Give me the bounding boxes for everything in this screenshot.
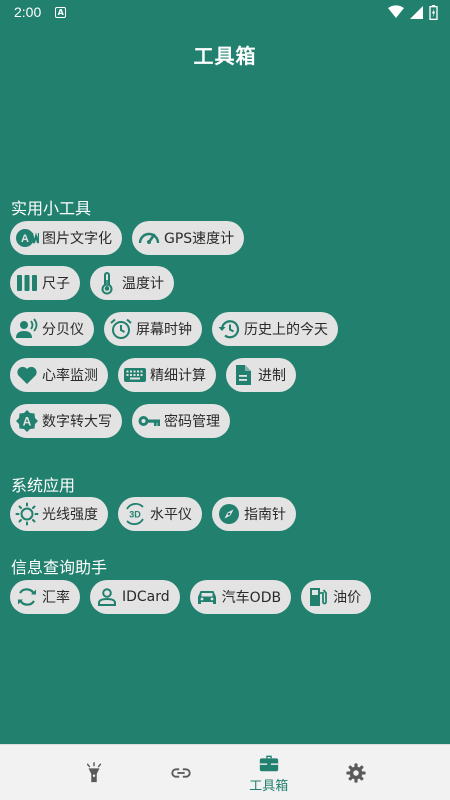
toolbox-icon: [259, 755, 278, 771]
tool-chip-label: 油价: [333, 590, 362, 606]
tool-row: 分贝仪 屏幕时钟 历史上的今天: [10, 312, 338, 346]
nav-item-link[interactable]: [146, 746, 216, 800]
tool-chip-label: 温度计: [122, 276, 164, 292]
tool-row: 光线强度 3D 水平仪 指南针: [10, 497, 296, 531]
battery-icon: [429, 4, 438, 20]
badge-a-icon: A: [14, 408, 40, 434]
status-icons: [388, 4, 438, 20]
notification-a-icon: A: [55, 6, 67, 18]
page-title: 工具箱: [193, 44, 257, 68]
tool-row: A 图片文字化 GPS速度计: [10, 221, 245, 255]
alarm-clock-icon: [108, 316, 134, 342]
tool-chip-label: 历史上的今天: [244, 322, 328, 338]
tool-row: 尺子 温度计: [10, 266, 174, 300]
document-icon: [230, 362, 256, 388]
voice-icon: [14, 316, 40, 342]
bottom-navigation: 工具箱: [0, 744, 450, 800]
tool-chip-label: 心率监测: [42, 368, 98, 384]
section-title-utilities: 实用小工具: [11, 199, 92, 218]
tool-chip-label: 汇率: [42, 590, 70, 606]
tool-chip-light-intensity[interactable]: 光线强度: [10, 497, 108, 531]
tool-chip-history-today[interactable]: 历史上的今天: [212, 312, 338, 346]
tool-chip-base-conversion[interactable]: 进制: [226, 358, 296, 392]
section-title-system-apps: 系统应用: [11, 476, 76, 495]
tool-chip-label: 密码管理: [164, 414, 220, 430]
tool-chip-label: 精细计算: [150, 368, 206, 384]
tool-chip-password-manager[interactable]: 密码管理: [132, 404, 230, 438]
heart-icon: [14, 362, 40, 388]
speedometer-icon: [136, 225, 162, 251]
flashlight-icon: [86, 761, 101, 782]
tool-chip-spirit-level[interactable]: 3D 水平仪: [118, 497, 202, 531]
key-icon: [136, 408, 162, 434]
tool-chip-label: 指南针: [244, 507, 286, 523]
car-icon: [194, 584, 220, 610]
history-icon: [216, 316, 242, 342]
svg-text:A: A: [21, 233, 29, 245]
tool-chip-label: GPS速度计: [164, 231, 235, 247]
tool-chip-image-to-text[interactable]: A 图片文字化: [10, 221, 122, 255]
status-bar: 2:00 A: [0, 0, 450, 24]
tool-chip-label: 数字转大写: [42, 414, 112, 430]
tool-chip-label: 进制: [258, 368, 286, 384]
tool-chip-thermometer[interactable]: 温度计: [90, 266, 174, 300]
brightness-icon: [14, 501, 40, 527]
tool-chip-idcard[interactable]: IDCard: [90, 580, 180, 614]
tool-chip-precise-calc[interactable]: 精细计算: [118, 358, 216, 392]
tool-chip-decibel-meter[interactable]: 分贝仪: [10, 312, 94, 346]
tool-chip-exchange-rate[interactable]: 汇率: [10, 580, 80, 614]
status-time: 2:00: [14, 4, 42, 20]
tool-chip-ruler[interactable]: 尺子: [10, 266, 80, 300]
tool-chip-screen-clock[interactable]: 屏幕时钟: [104, 312, 202, 346]
link-icon: [171, 767, 191, 778]
wifi-icon: [388, 5, 404, 18]
tool-chip-car-obd[interactable]: 汽车ODB: [189, 580, 292, 614]
section-title-info-query: 信息查询助手: [11, 558, 108, 577]
nav-item-toolbox[interactable]: 工具箱: [234, 746, 304, 800]
tool-chip-label: 分贝仪: [42, 322, 84, 338]
tool-chip-number-to-uppercase[interactable]: A 数字转大写: [10, 404, 122, 438]
tool-chip-heart-rate[interactable]: 心率监测: [10, 358, 108, 392]
tool-chip-oil-price[interactable]: 油价: [301, 580, 372, 614]
tool-row: 心率监测 精细计算 进制: [10, 358, 296, 392]
compass-icon: [216, 501, 242, 527]
signal-icon: [410, 5, 423, 19]
keyboard-icon: [122, 362, 148, 388]
tool-chip-label: 水平仪: [150, 507, 192, 523]
tool-chip-compass[interactable]: 指南针: [212, 497, 296, 531]
tool-chip-label: 光线强度: [42, 507, 98, 523]
tool-chip-label: IDCard: [122, 589, 170, 605]
3d-rotation-icon: 3D: [122, 501, 148, 527]
text-recognition-icon: A: [14, 225, 40, 251]
tool-chip-label: 尺子: [42, 276, 70, 292]
thermometer-icon: [94, 270, 120, 296]
nav-item-label: 工具箱: [249, 778, 289, 794]
gas-station-icon: [305, 584, 331, 610]
nav-item-flashlight[interactable]: [59, 746, 129, 800]
person-icon: [94, 584, 120, 610]
tool-chip-label: 屏幕时钟: [136, 322, 192, 338]
tool-chip-gps-speedometer[interactable]: GPS速度计: [132, 221, 245, 255]
tool-row: 汇率 IDCard 汽车ODB 油价: [10, 580, 372, 614]
tool-chip-label: 图片文字化: [42, 231, 112, 247]
nav-item-settings[interactable]: [321, 746, 391, 800]
refresh-icon: [14, 584, 40, 610]
tool-chip-label: 汽车ODB: [221, 590, 282, 606]
settings-icon: [346, 762, 366, 783]
svg-text:3D: 3D: [129, 510, 141, 520]
svg-text:A: A: [23, 415, 32, 429]
tool-row: A 数字转大写 密码管理: [10, 404, 230, 438]
ruler-icon: [14, 270, 40, 296]
